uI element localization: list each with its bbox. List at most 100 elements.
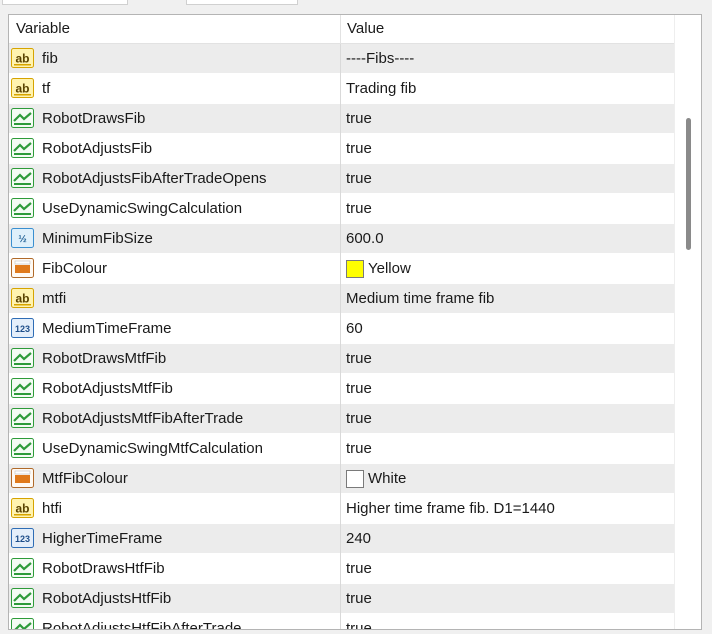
column-divider <box>340 254 341 284</box>
variable-value[interactable]: true <box>346 104 372 133</box>
table-row[interactable]: ab tf Trading fib <box>9 74 674 104</box>
bool-icon <box>11 438 34 458</box>
column-divider <box>340 44 341 74</box>
svg-text:ab: ab <box>15 502 29 516</box>
variable-name: mtfi <box>42 290 67 307</box>
svg-text:ab: ab <box>15 82 29 96</box>
variable-name: HigherTimeFrame <box>42 530 163 547</box>
color-icon <box>11 258 34 278</box>
tab-edge-left[interactable] <box>2 0 128 5</box>
column-divider <box>340 464 341 494</box>
table-row[interactable]: RobotAdjustsHtfFib true <box>9 584 674 614</box>
int-icon: 123 <box>11 318 34 338</box>
table-row[interactable]: RobotDrawsHtfFib true <box>9 554 674 584</box>
variable-name: RobotAdjustsFibAfterTradeOpens <box>42 170 267 187</box>
svg-text:123: 123 <box>15 534 30 544</box>
variable-value[interactable]: true <box>346 164 372 193</box>
column-divider <box>340 524 341 554</box>
variable-name: RobotDrawsHtfFib <box>42 560 165 577</box>
table-row[interactable]: RobotAdjustsMtfFib true <box>9 374 674 404</box>
variable-value[interactable]: 240 <box>346 524 371 553</box>
variable-name: RobotDrawsMtfFib <box>42 350 167 367</box>
table-row[interactable]: RobotDrawsMtfFib true <box>9 344 674 374</box>
variable-value[interactable]: White <box>368 464 406 493</box>
svg-text:½: ½ <box>18 234 26 245</box>
svg-text:123: 123 <box>15 324 30 334</box>
column-divider <box>340 314 341 344</box>
variable-value[interactable]: Medium time frame fib <box>346 284 494 313</box>
column-divider <box>340 404 341 434</box>
variable-name: FibColour <box>42 260 108 277</box>
column-header-variable[interactable]: Variable <box>9 15 341 43</box>
table-row[interactable]: RobotAdjustsFib true <box>9 134 674 164</box>
variable-name: tf <box>42 80 51 97</box>
bool-icon <box>11 168 34 188</box>
table-row[interactable]: 123 HigherTimeFrame 240 <box>9 524 674 554</box>
svg-text:ab: ab <box>15 292 29 306</box>
column-divider <box>340 344 341 374</box>
double-icon: ½ <box>11 228 34 248</box>
table-row[interactable]: ½ MinimumFibSize 600.0 <box>9 224 674 254</box>
table-row[interactable]: ab htfi Higher time frame fib. D1=1440 <box>9 494 674 524</box>
variable-name: MediumTimeFrame <box>42 320 172 337</box>
string-icon: ab <box>11 498 34 518</box>
table-row[interactable]: ab mtfi Medium time frame fib <box>9 284 674 314</box>
variable-value[interactable]: Higher time frame fib. D1=1440 <box>346 494 555 523</box>
variable-value[interactable]: true <box>346 374 372 403</box>
bool-icon <box>11 588 34 608</box>
column-divider <box>340 584 341 614</box>
bool-icon <box>11 378 34 398</box>
variable-value[interactable]: true <box>346 344 372 373</box>
variable-name: RobotAdjustsFib <box>42 140 153 157</box>
column-header-value[interactable]: Value <box>341 15 674 43</box>
table-row[interactable]: RobotAdjustsMtfFibAfterTrade true <box>9 404 674 434</box>
variable-value[interactable]: ----Fibs---- <box>346 44 414 73</box>
column-divider <box>340 134 341 164</box>
table-row[interactable]: UseDynamicSwingMtfCalculation true <box>9 434 674 464</box>
variable-value[interactable]: 600.0 <box>346 224 384 253</box>
variable-value[interactable]: 60 <box>346 314 363 343</box>
grid-header: Variable Value <box>9 15 674 44</box>
variable-name: htfi <box>42 500 63 517</box>
color-icon <box>11 468 34 488</box>
variable-name: MtfFibColour <box>42 470 128 487</box>
int-icon: 123 <box>11 528 34 548</box>
column-divider <box>340 374 341 404</box>
bool-icon <box>11 558 34 578</box>
bool-icon <box>11 198 34 218</box>
table-row[interactable]: RobotDrawsFib true <box>9 104 674 134</box>
table-row[interactable]: 123 MediumTimeFrame 60 <box>9 314 674 344</box>
grid-rows: ab fib ----Fibs---- ab tf Trading fib RobotDra… <box>9 44 674 629</box>
vertical-scrollbar[interactable] <box>674 15 701 629</box>
column-divider <box>340 434 341 464</box>
bool-icon <box>11 108 34 128</box>
table-row[interactable]: MtfFibColour White <box>9 464 674 494</box>
string-icon: ab <box>11 48 34 68</box>
variable-name: fib <box>42 50 58 67</box>
variable-name: UseDynamicSwingMtfCalculation <box>42 440 263 457</box>
bool-icon <box>11 138 34 158</box>
variable-value[interactable]: Trading fib <box>346 74 416 103</box>
scrollbar-thumb[interactable] <box>686 118 691 250</box>
table-row[interactable]: UseDynamicSwingCalculation true <box>9 194 674 224</box>
column-divider <box>340 194 341 224</box>
color-swatch[interactable] <box>346 470 364 488</box>
variable-name: UseDynamicSwingCalculation <box>42 200 243 217</box>
table-row[interactable]: FibColour Yellow <box>9 254 674 284</box>
variable-value[interactable]: true <box>346 434 372 463</box>
table-row[interactable]: ab fib ----Fibs---- <box>9 44 674 74</box>
variable-value[interactable]: true <box>346 554 372 583</box>
table-row[interactable]: RobotAdjustsFibAfterTradeOpens true <box>9 164 674 194</box>
variable-value[interactable]: Yellow <box>368 254 411 283</box>
variable-value[interactable]: true <box>346 134 372 163</box>
svg-text:ab: ab <box>15 52 29 66</box>
tab-strip <box>0 0 712 14</box>
tab-edge-right[interactable] <box>186 0 298 5</box>
variable-value[interactable]: true <box>346 614 372 629</box>
table-row[interactable]: RobotAdjustsHtfFibAfterTrade true <box>9 614 674 629</box>
variable-value[interactable]: true <box>346 194 372 223</box>
variable-name: RobotAdjustsMtfFib <box>42 380 173 397</box>
variable-value[interactable]: true <box>346 584 372 613</box>
color-swatch[interactable] <box>346 260 364 278</box>
variable-value[interactable]: true <box>346 404 372 433</box>
